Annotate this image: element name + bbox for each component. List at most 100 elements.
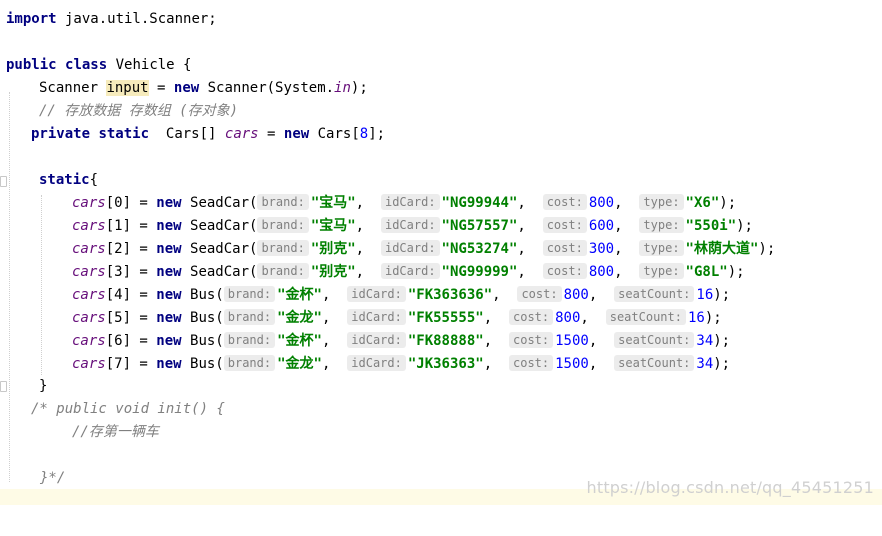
param-hint-brand: brand: [223,332,276,348]
value-idcard: "NG99999" [441,264,518,280]
value-seatcount: 16 [696,287,714,303]
keyword-new: new [283,126,310,142]
cars-assignment: cars[2] = new SeadCar(brand: "别克", idCard… [72,240,776,257]
value-brand: "别克" [310,264,356,280]
keyword-static: static [98,126,150,142]
code-line-cars-5[interactable]: cars[5] = new Bus(brand: "金龙", idCard: "FK… [0,307,882,330]
value-idcard: "FK88888" [407,333,484,349]
array-index: [2] = [105,241,157,257]
array-size: 8 [359,126,369,142]
value-idcard: "JK36363" [407,356,484,372]
array-index: [7] = [105,356,157,372]
param-hint-brand: brand: [257,240,309,256]
statement-end: ); [713,356,731,372]
code-line-cars-0[interactable]: cars[0] = new SeadCar(brand: "宝马", idCard… [0,192,882,215]
value-brand: "宝马" [310,195,356,211]
import-path: java.util.Scanner; [56,11,217,27]
param-hint-cost: cost: [509,355,554,371]
value-idcard: "NG53274" [441,241,518,257]
value-cost: 800 [563,287,589,303]
field-cars: cars [72,241,106,257]
keyword-class: class [65,57,108,73]
value-type: "550i" [685,218,737,234]
value-brand: "金龙" [277,310,322,326]
value-brand: "金杯" [277,333,322,349]
comment-init-end: }*/ [40,470,66,486]
cars-assignment: cars[0] = new SeadCar(brand: "宝马", idCard… [72,194,737,211]
keyword-private: private [31,126,91,142]
constructor-call: SeadCar( [181,195,258,211]
code-line-6[interactable]: private static Cars[] cars = new Cars[8]… [0,123,882,146]
field-cars: cars [72,310,106,326]
param-hint-cost: cost: [509,309,554,325]
variable-input[interactable]: input [106,80,149,96]
cars-assignment: cars[3] = new SeadCar(brand: "别克", idCard… [72,263,745,280]
constructor-call: Bus( [181,287,224,303]
code-line-cars-1[interactable]: cars[1] = new SeadCar(brand: "宝马", idCard… [0,215,882,238]
param-hint-cost: cost: [509,332,554,348]
param-hint-brand: brand: [223,355,276,371]
value-cost: 600 [588,218,615,234]
keyword-static-block: static [39,172,90,188]
assign-op: = [258,126,284,142]
value-seatcount: 34 [696,356,714,372]
param-hint-seatcount: seatCount: [614,286,695,302]
code-line-cars-6[interactable]: cars[6] = new Bus(brand: "金杯", idCard: "FK… [0,330,882,353]
param-hint-idcard: idCard: [347,355,406,371]
param-hint-seatcount: seatCount: [614,332,695,348]
keyword-new: new [173,80,200,96]
value-cost: 800 [555,310,581,326]
param-hint-idcard: idCard: [380,240,440,256]
param-hint-brand: brand: [257,194,309,210]
fold-marker-icon[interactable] [0,176,7,187]
array-index: [3] = [105,264,157,280]
comment-store-first-car: //存第一辆车 [72,424,159,440]
array-index: [1] = [105,218,157,234]
keyword-new: new [156,356,182,372]
code-line-1[interactable]: import java.util.Scanner; [0,8,882,31]
value-brand: "金杯" [277,287,322,303]
param-hint-idcard: idCard: [380,194,440,210]
code-line-3[interactable]: public class Vehicle { [0,54,882,77]
keyword-new: new [156,241,182,257]
field-cars: cars [72,356,106,372]
code-line-17[interactable]: } [0,375,882,398]
param-hint-idcard: idCard: [380,217,440,233]
value-idcard: "NG57557" [441,218,518,234]
array-ctor: Cars[ [309,126,360,142]
statement-end: ]; [368,126,386,142]
code-line-8[interactable]: static{ [0,169,882,192]
param-hint-idcard: idCard: [347,309,406,325]
keyword-import: import [6,11,57,27]
watermark: https://blog.csdn.net/qq_45451251 [586,478,874,497]
comment-store-data: // 存放数据 存数组 (存对象) [39,103,239,119]
statement-end: ); [719,195,737,211]
code-line-cars-2[interactable]: cars[2] = new SeadCar(brand: "别克", idCard… [0,238,882,261]
param-hint-type: type: [639,217,684,233]
param-hint-idcard: idCard: [347,332,406,348]
indent-guide [9,92,10,482]
code-line-18[interactable]: /* public void init() { [0,398,882,421]
code-line-5[interactable]: // 存放数据 存数组 (存对象) [0,100,882,123]
code-line-cars-3[interactable]: cars[3] = new SeadCar(brand: "别克", idCard… [0,261,882,284]
array-index: [0] = [105,195,157,211]
keyword-new: new [156,195,182,211]
code-editor[interactable]: import java.util.Scanner; public class V… [0,0,882,505]
constructor-call: SeadCar( [181,241,258,257]
code-line-4[interactable]: Scanner input = new Scanner(System.in); [0,77,882,100]
fold-marker-icon[interactable] [0,381,7,392]
code-line-cars-7[interactable]: cars[7] = new Bus(brand: "金龙", idCard: "JK… [0,353,882,376]
scanner-ctor: Scanner(System. [199,80,335,96]
value-idcard: "NG99944" [441,195,518,211]
array-index: [6] = [105,333,157,349]
code-line-cars-4[interactable]: cars[4] = new Bus(brand: "金杯", idCard: "FK… [0,284,882,307]
code-line-19[interactable]: //存第一辆车 [0,421,882,444]
value-cost: 1500 [555,356,589,372]
param-hint-cost: cost: [517,286,562,302]
field-cars: cars [224,126,259,142]
field-cars: cars [72,195,106,211]
value-type: "G8L" [685,264,728,280]
field-cars: cars [72,218,106,234]
field-in: in [334,80,351,96]
constructor-call: Bus( [181,356,224,372]
